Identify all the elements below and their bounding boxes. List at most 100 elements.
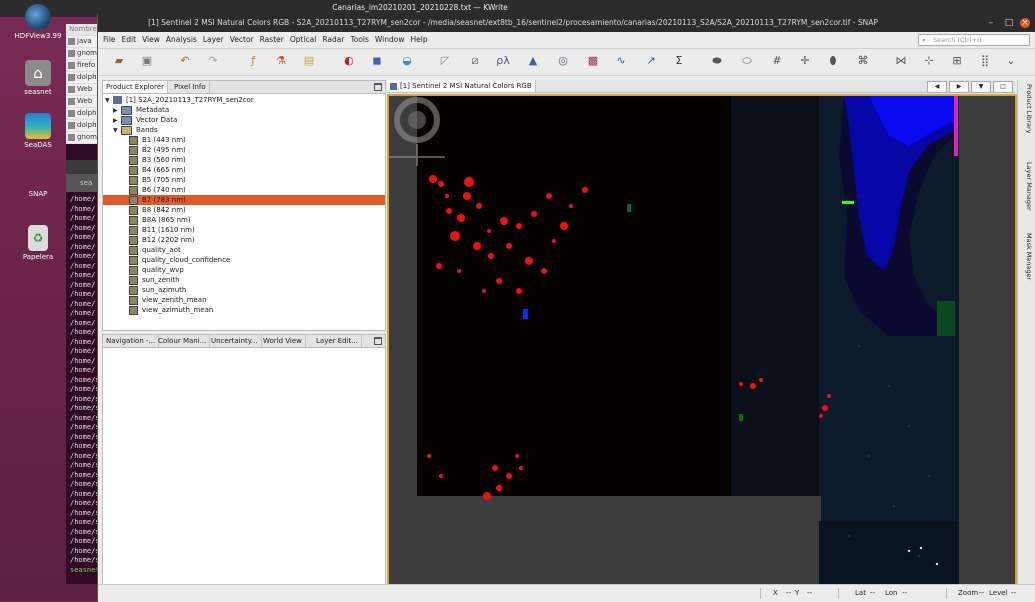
zoom-box-icon[interactable]: ⧄ (468, 54, 482, 68)
tab-pixel-info[interactable]: Pixel Info (171, 81, 210, 93)
sync-cursor-icon[interactable]: ⊹ (922, 54, 936, 68)
open-product-icon[interactable]: ▰ (112, 54, 126, 68)
list-item[interactable]: gnom (66, 132, 100, 144)
minimize-icon[interactable]: – (986, 18, 996, 28)
time-series-icon[interactable]: ↗ (644, 54, 658, 68)
list-item[interactable]: dolph (66, 108, 100, 120)
band-maths-icon[interactable]: ƒ (246, 54, 260, 68)
sync-views-icon[interactable]: ⊞ (950, 54, 964, 68)
chevron-down-icon[interactable]: ▼ (113, 126, 121, 136)
scatter-plot-icon[interactable]: ◎ (556, 54, 570, 68)
pixel-icon[interactable]: ⣿ (978, 54, 992, 68)
list-item[interactable]: dolph (66, 72, 100, 84)
histogram-icon[interactable]: ▲ (526, 54, 540, 68)
range-finder-icon[interactable]: ⬭ (740, 54, 754, 68)
tree-node-band[interactable]: B5 (705 nm) (129, 175, 186, 185)
tree-node-band[interactable]: view_zenith_mean (129, 295, 207, 305)
list-item[interactable]: firefo (66, 60, 100, 72)
minimize-panel-icon[interactable] (374, 337, 382, 345)
minimize-panel-icon[interactable] (374, 83, 382, 91)
list-item[interactable]: Web (66, 96, 100, 108)
side-tab-layer-manager[interactable]: Layer Manager (1021, 162, 1033, 211)
tree-node-bands[interactable]: ▼ Bands (113, 125, 158, 135)
tree-node-band[interactable]: B3 (560 nm) (129, 155, 186, 165)
filtered-band-icon[interactable]: ⚗ (274, 54, 288, 68)
tree-node-band[interactable]: quality_wvp (129, 265, 184, 275)
tab-navigation[interactable]: Navigation -... (103, 335, 160, 347)
satellite-image[interactable] (389, 96, 1015, 584)
undo-icon[interactable]: ↶ (178, 54, 192, 68)
tree-node-band[interactable]: B6 (740 nm) (129, 185, 186, 195)
list-item[interactable]: java (66, 36, 100, 48)
tree-node-metadata[interactable]: ▶ Metadata (113, 105, 169, 115)
menu-analysis[interactable]: Analysis (163, 32, 200, 48)
rgb-image-icon[interactable]: ◐ (342, 54, 356, 68)
tree-node-band[interactable]: B8 (842 nm) (129, 205, 186, 215)
tab-image-view[interactable]: [1] Sentinel 2 MSI Natural Colors RGB (387, 80, 536, 92)
chevron-down-icon[interactable]: ▼ (105, 96, 113, 106)
tree-node-band[interactable]: B2 (495 nm) (129, 145, 186, 155)
desktop-icon-seadas[interactable]: SeaDAS (8, 113, 68, 149)
menu-edit[interactable]: Edit (119, 32, 140, 48)
scroll-left-button[interactable]: ◀ (927, 81, 947, 93)
tree-node-band[interactable]: B11 (1610 nm) (129, 225, 195, 235)
tab-uncertainty[interactable]: Uncertainty... (208, 335, 262, 347)
overflow-icon[interactable]: ⌄ (1004, 54, 1018, 68)
menu-radar[interactable]: Radar (319, 32, 347, 48)
menu-tools[interactable]: Tools (347, 32, 371, 48)
menu-help[interactable]: Help (408, 32, 431, 48)
close-icon[interactable]: × (1020, 18, 1030, 28)
tree-node-band[interactable]: B7 (783 nm) (129, 195, 186, 205)
graph-builder-icon[interactable]: ⋈ (894, 54, 908, 68)
properties-icon[interactable]: ▤ (302, 54, 316, 68)
tab-colour-manipulation[interactable]: Colour Mani... (155, 335, 211, 347)
sum-icon[interactable]: Σ (672, 54, 686, 68)
document-list-button[interactable]: ▼ (971, 81, 991, 93)
hsv-image-icon[interactable]: ◼ (370, 54, 384, 68)
terminal-tab[interactable]: sea (66, 174, 100, 192)
search-input[interactable]: ⌕ Search (Ctrl+I) (918, 34, 1030, 46)
tree-node-vector-data[interactable]: ▶ Vector Data (113, 115, 177, 125)
save-product-icon[interactable]: ▣ (140, 54, 154, 68)
tab-world-view[interactable]: World View (260, 335, 306, 347)
tab-layer-editor[interactable]: Layer Edit... (313, 335, 362, 347)
tree-node-band[interactable]: sun_zenith (129, 275, 180, 285)
tree-node-band[interactable]: B1 (443 nm) (129, 135, 186, 145)
menu-file[interactable]: File (100, 32, 119, 48)
tree-node-band[interactable]: sun_azimuth (129, 285, 186, 295)
menu-layer[interactable]: Layer (200, 32, 227, 48)
maximize-icon[interactable]: □ (1004, 18, 1014, 28)
desktop-icon-seasnet[interactable]: ⌂ seasnet (8, 60, 68, 96)
desktop-icon-papelera[interactable]: ♻ Papelera (8, 225, 68, 261)
pin-icon[interactable]: ⬮ (826, 54, 840, 68)
side-tab-mask-manager[interactable]: Mask Manager (1021, 233, 1033, 280)
menu-optical[interactable]: Optical (287, 32, 320, 48)
tree-node-band[interactable]: B8A (865 nm) (129, 215, 191, 225)
list-item[interactable]: dolph (66, 120, 100, 132)
world-map-icon[interactable]: ⌘ (856, 54, 870, 68)
desktop-icon-hdfview[interactable]: HDFView3.99 (8, 4, 68, 40)
list-item[interactable]: gnom (66, 48, 100, 60)
tree-node-product[interactable]: ▼ [1] S2A_20210113_T27RYM_sen2cor (105, 95, 254, 105)
image-viewport[interactable] (387, 94, 1017, 586)
tree-node-band[interactable]: view_azimuth_mean (129, 305, 213, 315)
tree-node-band[interactable]: quality_aot (129, 245, 181, 255)
tree-node-band[interactable]: B4 (665 nm) (129, 165, 186, 175)
side-tab-product-library[interactable]: Product Library (1021, 84, 1033, 133)
graticule-icon[interactable]: # (770, 54, 784, 68)
maximize-view-button[interactable]: □ (993, 81, 1013, 93)
tab-product-explorer[interactable]: Product Explorer (103, 81, 168, 93)
menu-view[interactable]: View (139, 32, 163, 48)
list-item[interactable]: Web (66, 84, 100, 96)
menu-vector[interactable]: Vector (227, 32, 257, 48)
profile-plot-icon[interactable]: ▩ (586, 54, 600, 68)
tree-node-band[interactable]: quality_cloud_confidence (129, 255, 230, 265)
menu-raster[interactable]: Raster (257, 32, 287, 48)
desktop-icon-snap[interactable]: SNAP (8, 168, 68, 198)
layer-icon[interactable]: ⬬ (710, 54, 724, 68)
tree-node-band[interactable]: B12 (2202 nm) (129, 235, 195, 245)
spectrum-view-icon[interactable]: ∿ (614, 54, 628, 68)
menu-window[interactable]: Window (372, 32, 408, 48)
statistics-icon[interactable]: ρλ (496, 54, 510, 68)
select-tool-icon[interactable]: ◸ (438, 54, 452, 68)
